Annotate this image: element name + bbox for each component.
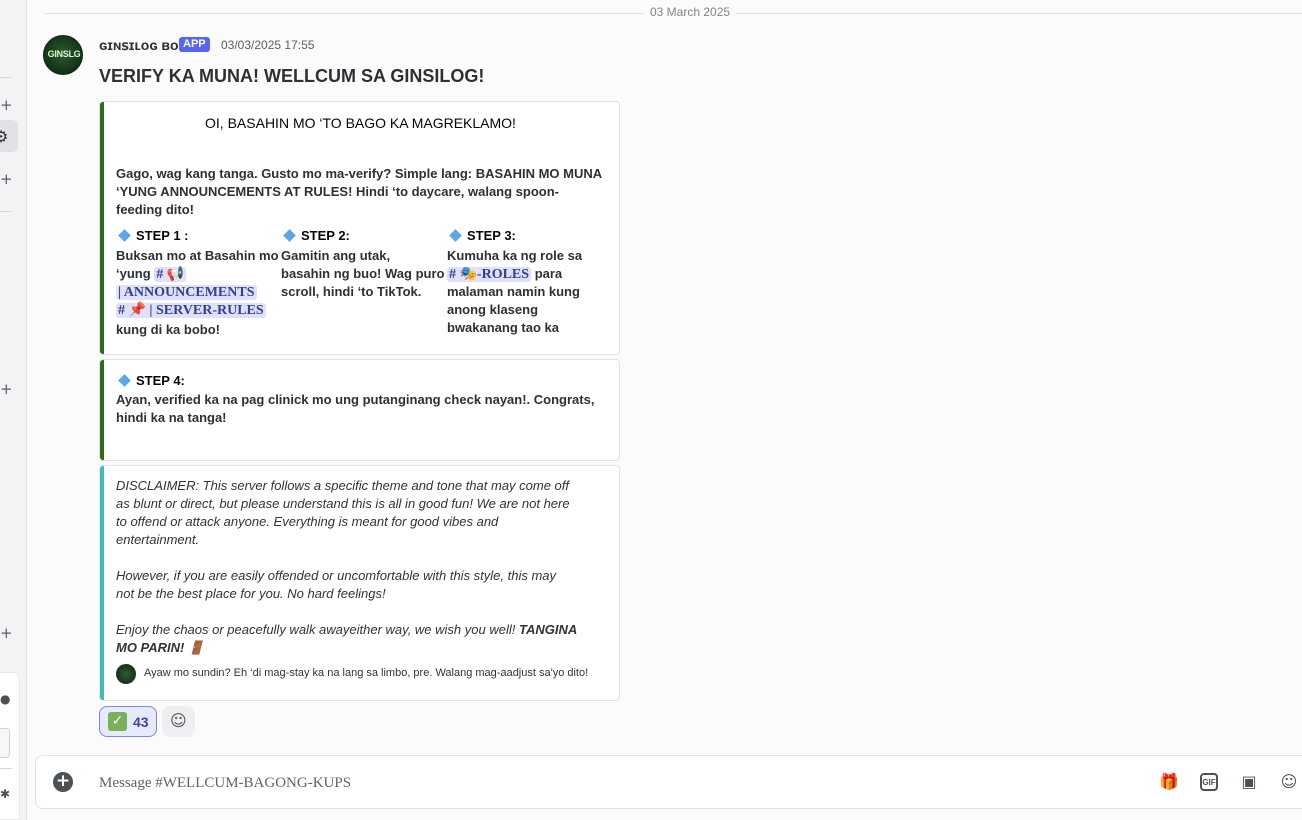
step-1-text: Buksan mo at Basahin mo [116, 248, 279, 263]
step-4-label: STEP 4: [136, 373, 185, 388]
step-2-text: scroll, hindi ‘to TikTok. [281, 284, 422, 299]
sidebar-divider [0, 768, 12, 769]
step-1-text: kung di ka bobo! [116, 322, 220, 337]
gear-icon[interactable]: ⚙ [0, 127, 8, 146]
disclaimer-text: to offend or attack anyone. Everything i… [116, 514, 499, 529]
check-mark-icon: ✓ [108, 712, 127, 731]
gif-icon[interactable]: GIF [1200, 773, 1218, 791]
door-icon: 🚪 [188, 640, 205, 655]
disclaimer-emphasis: MO PARIN! [116, 640, 185, 655]
message-title: VERIFY KA MUNA! WELLCUM SA GINSILOG! [99, 66, 485, 86]
add-channel-icon[interactable]: + [0, 626, 13, 641]
embed-step-4: STEP 4: Ayan, verified ka na pag clinick… [99, 359, 620, 461]
selected-channel-item[interactable]: ⚙ [0, 120, 18, 152]
step-3-text: anong klaseng [447, 302, 539, 317]
disclaimer-text: However, if you are easily offended or u… [116, 568, 557, 583]
step-3-label: STEP 3: [467, 228, 516, 243]
add-channel-icon[interactable]: + [0, 172, 13, 187]
step-2-text: Gamitin ang utak, [281, 248, 391, 263]
step-3-text: Kumuha ka ng role sa [447, 248, 583, 263]
check-reaction[interactable]: ✓ 43 [99, 706, 157, 737]
author-name[interactable]: ɢɪɴꜱɪʟᴏɢ ʙᴏᴛ [99, 37, 185, 54]
footer-avatar [116, 664, 136, 684]
disclaimer-text: not be the best place for you. No hard f… [116, 586, 386, 601]
roles-channel-mention[interactable]: # 🎭-ROLES [447, 267, 532, 282]
embed-steps: OI, BASAHIN MO ‘TO BAGO KA MAGREKLAMO! G… [99, 101, 620, 355]
message-input[interactable] [99, 771, 1139, 793]
server-rules-channel-mention[interactable]: # 📌 | SERVER-RULES [116, 303, 266, 318]
message-timestamp: 03/03/2025 17:55 [221, 38, 315, 52]
server-sidebar: + ⚙ + + + ● ✱ [0, 0, 27, 820]
step-4-text: hindi ka na tanga! [116, 410, 227, 425]
gift-icon[interactable]: 🎁 [1159, 772, 1179, 792]
app-badge: APP [179, 37, 210, 52]
diamond-icon [118, 374, 131, 387]
sticker-icon[interactable]: ▣ [1239, 772, 1259, 792]
step-3-text: malaman namin kung [447, 284, 580, 299]
disclaimer-text: entertainment. [116, 532, 200, 547]
step-3-text: bwakanang tao ka [447, 320, 559, 335]
diamond-icon [118, 229, 131, 242]
avatar-logo-text: GINSLG [47, 49, 81, 59]
disclaimer-emphasis: TANGINA [518, 622, 578, 637]
sidebar-divider [0, 77, 12, 78]
embed-intro-line: feeding dito! [116, 202, 194, 217]
embed-heading: OI, BASAHIN MO ‘TO BAGO KA MAGREKLAMO! [205, 115, 516, 131]
headset-icon[interactable]: ● [0, 692, 10, 706]
step-4-text: Ayan, verified ka na pag clinick mo ung … [116, 392, 595, 407]
diamond-icon [283, 229, 296, 242]
step-2-label: STEP 2: [301, 228, 350, 243]
step-2-text: basahin ng buo! Wag puro [281, 266, 445, 281]
add-channel-icon[interactable]: + [0, 98, 13, 113]
embed-disclaimer: DISCLAIMER: This server follows a specif… [99, 465, 620, 701]
date-divider: 03 March 2025 [644, 5, 737, 19]
user-panel-button[interactable] [0, 728, 10, 758]
embed-footer: Ayaw mo sundin? Eh ‘di mag-stay ka na la… [144, 667, 589, 679]
disclaimer-text: DISCLAIMER: This server follows a specif… [116, 478, 570, 493]
embed-intro-line: ‘YUNG ANNOUNCEMENTS AT RULES! Hindi ‘to … [116, 184, 559, 199]
step-1-text: ‘yung [116, 266, 151, 281]
sidebar-divider [0, 211, 12, 212]
smiley-icon: ☺ [170, 711, 187, 730]
settings-icon[interactable]: ✱ [0, 787, 10, 801]
add-reaction-button[interactable]: ☺ [162, 706, 195, 737]
announcements-channel-mention[interactable]: | ANNOUNCEMENTS [116, 285, 257, 300]
embed-intro-line: Gago, wag kang tanga. Gusto mo ma-verify… [116, 166, 603, 181]
bot-avatar[interactable]: GINSLG [43, 35, 83, 75]
step-1-label: STEP 1 : [136, 228, 189, 243]
step-3-text: para [534, 266, 563, 281]
upload-plus-icon[interactable]: + [53, 772, 73, 792]
disclaimer-text: Enjoy the chaos or peacefully walk awaye… [116, 622, 516, 637]
reaction-count: 43 [133, 714, 149, 730]
emoji-icon[interactable]: ☺ [1279, 772, 1299, 792]
disclaimer-text: as blunt or direct, but please understan… [116, 496, 570, 511]
announcements-channel-mention[interactable]: # 📢 [154, 267, 187, 282]
message-composer: + 🎁 GIF ▣ ☺ [35, 755, 1302, 809]
add-channel-icon[interactable]: + [0, 382, 13, 397]
diamond-icon [449, 229, 462, 242]
